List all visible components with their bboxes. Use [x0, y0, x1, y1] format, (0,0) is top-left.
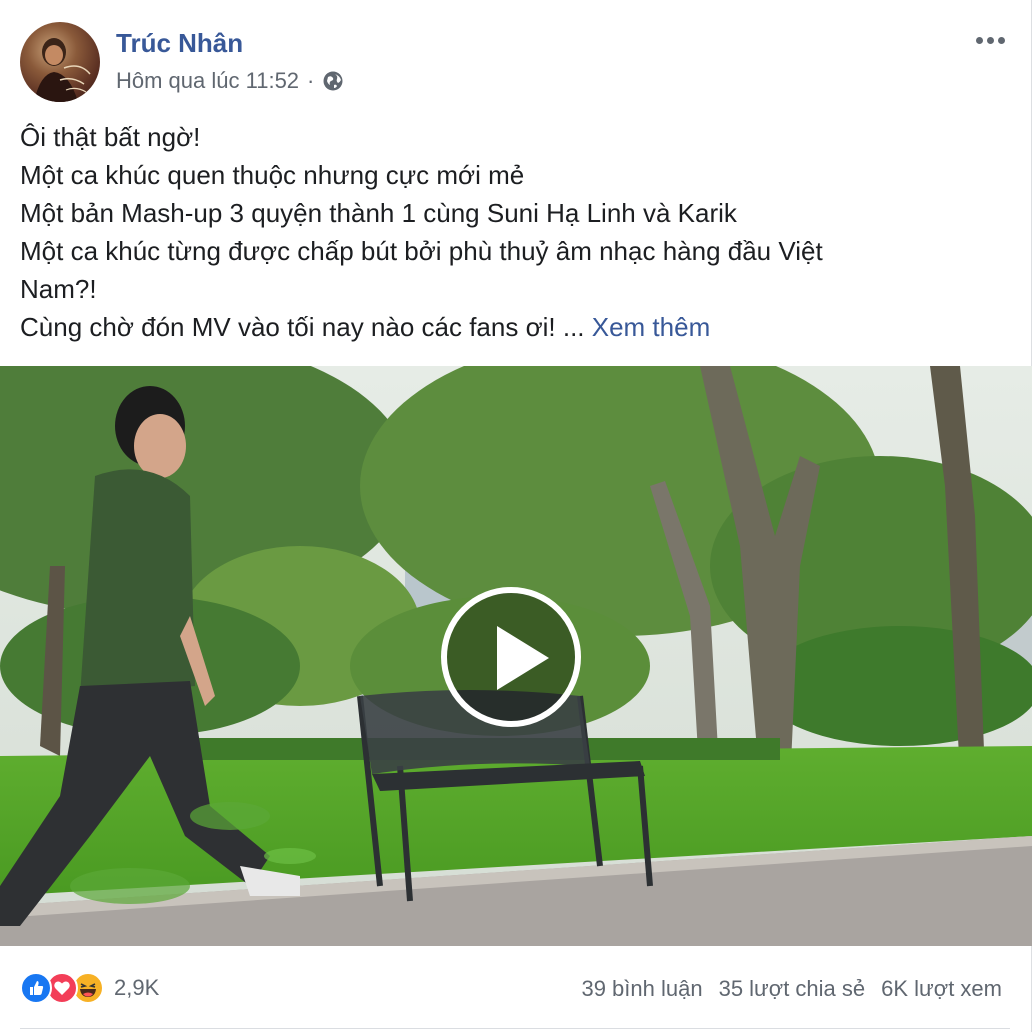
author-name[interactable]: Trúc Nhân [116, 28, 243, 59]
comments-count[interactable]: 39 bình luận [581, 976, 702, 1002]
more-options-icon[interactable] [970, 26, 1010, 54]
meta-separator: · [307, 68, 315, 93]
post-footer: 2,9K 39 bình luận 35 lượt chia sẻ 6K lượ… [20, 964, 1010, 1014]
post-line: Một bản Mash-up 3 quyện thành 1 cùng Sun… [20, 198, 737, 228]
post-timestamp[interactable]: Hôm qua lúc 11:52 [116, 68, 299, 94]
post-card: Trúc Nhân Hôm qua lúc 11:52 · Ôi thật bấ… [0, 0, 1032, 1032]
see-more-link[interactable]: Xem thêm [592, 312, 711, 342]
shares-count[interactable]: 35 lượt chia sẻ [719, 976, 866, 1002]
views-count: 6K lượt xem [881, 976, 1002, 1001]
post-stats: 39 bình luận 35 lượt chia sẻ 6K lượt xem [581, 976, 1002, 1002]
avatar[interactable] [20, 22, 100, 102]
like-icon [20, 972, 52, 1004]
reactions-summary[interactable]: 2,9K [20, 972, 159, 1004]
post-line: Một ca khúc quen thuộc nhưng cực mới mẻ [20, 160, 525, 190]
globe-icon[interactable] [322, 70, 344, 92]
post-text: Ôi thật bất ngờ! Một ca khúc quen thuộc … [20, 118, 1010, 346]
divider [20, 1028, 1010, 1029]
post-last-line: Cùng chờ đón MV vào tối nay nào các fans… [20, 308, 1010, 346]
post-line: Một ca khúc từng được chấp bút bởi phù t… [20, 236, 823, 266]
post-meta: Hôm qua lúc 11:52 · [116, 68, 344, 94]
reaction-count: 2,9K [114, 975, 160, 1000]
post-line: Ôi thật bất ngờ! [20, 122, 201, 152]
play-icon[interactable] [441, 587, 581, 727]
post-line: Cùng chờ đón MV vào tối nay nào các fans… [20, 312, 585, 342]
post-line: Nam?! [20, 274, 97, 304]
post-header: Trúc Nhân Hôm qua lúc 11:52 · [20, 20, 1020, 104]
